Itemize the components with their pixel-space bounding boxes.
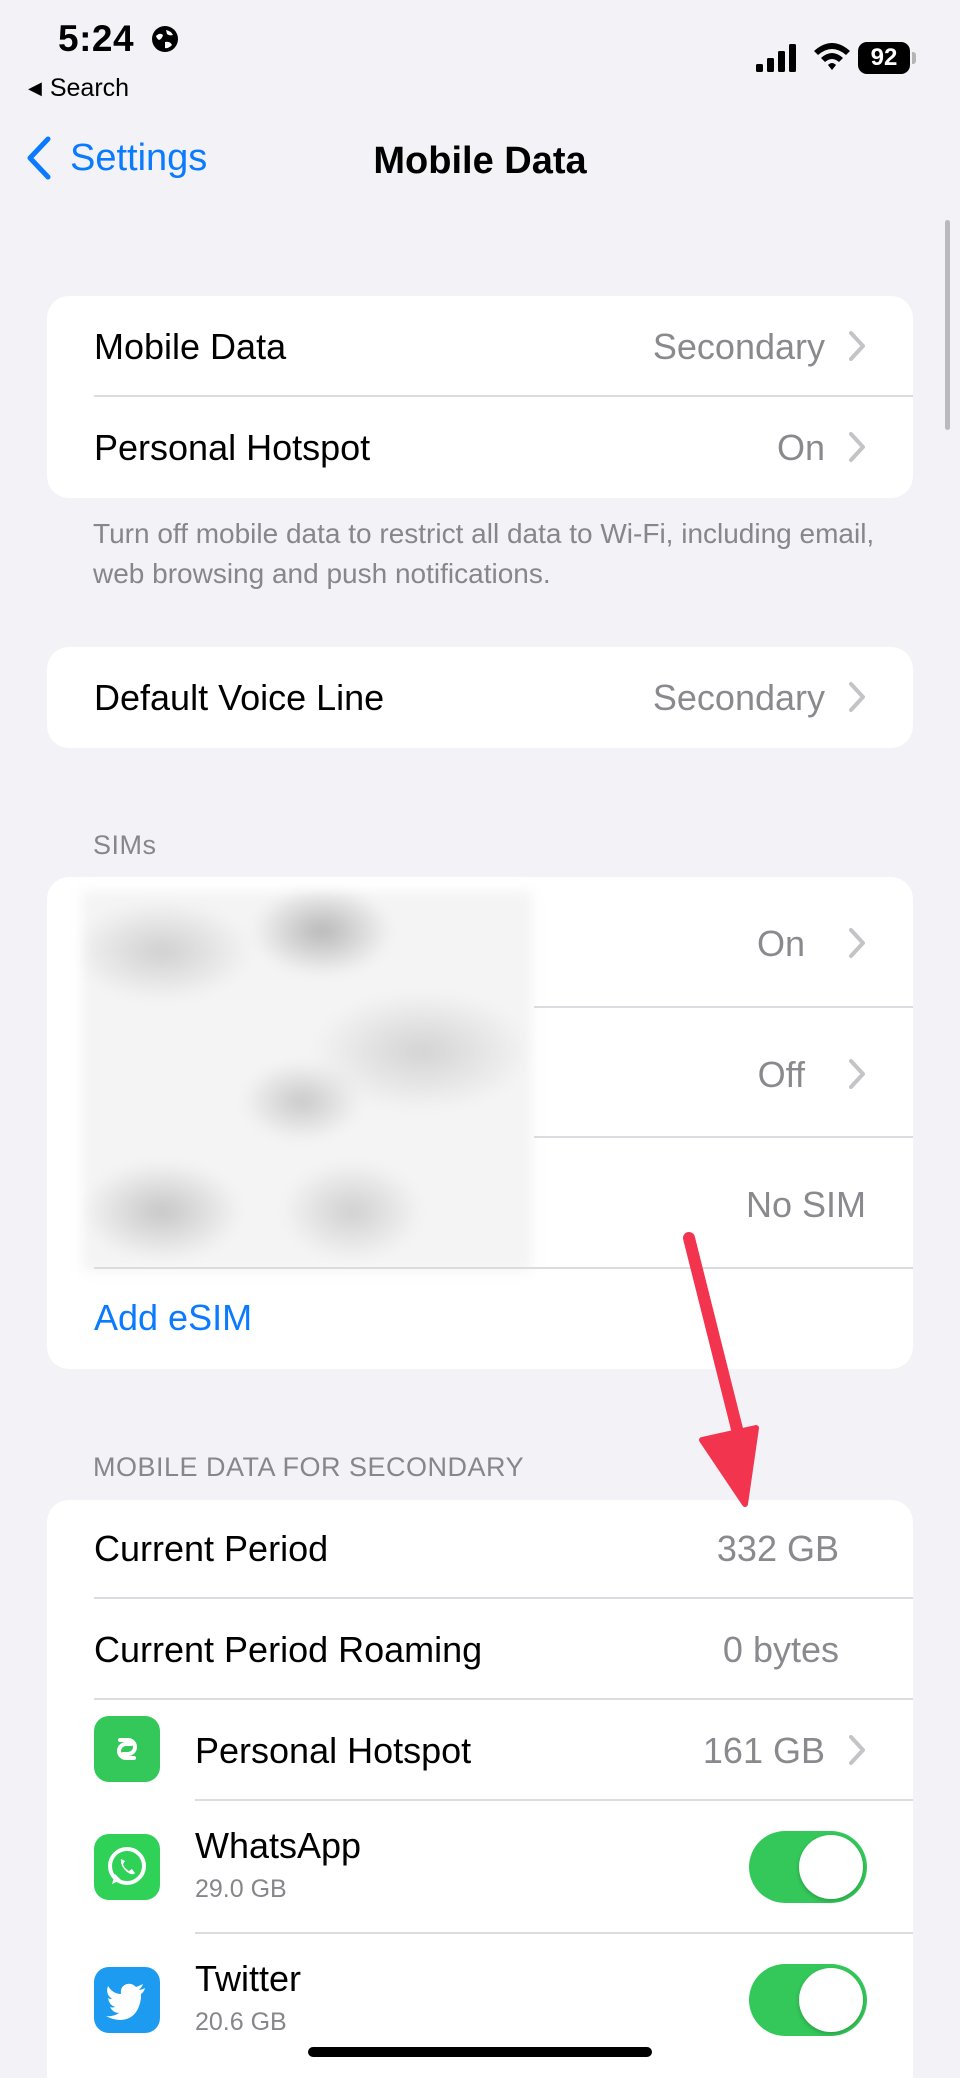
chevron-right-icon [849,331,865,361]
mobile-data-footer-note: Turn off mobile data to restrict all dat… [93,518,875,589]
back-to-app-link[interactable]: ◀ Search [28,74,129,103]
page-title: Mobile Data [373,140,587,182]
personal-hotspot-usage-row[interactable]: Personal Hotspot 161 GB [47,1700,913,1799]
row-value: Secondary [652,677,825,718]
row-value: 0 bytes [722,1629,839,1670]
sim-status: On [756,923,805,964]
personal-hotspot-row[interactable]: Personal Hotspot On [47,397,913,498]
row-value: On [776,427,825,468]
app-name: Twitter [195,1958,302,1999]
row-label: Current Period Roaming [94,1629,483,1670]
row-label: Current Period [94,1528,329,1569]
app-usage: 29.0 GB [195,1875,287,1903]
app-name: WhatsApp [195,1825,362,1866]
row-label: Default Voice Line [94,677,385,718]
mobile-data-group: Mobile Data Secondary Personal Hotspot O… [47,296,913,498]
sim-row-2[interactable]: Off [47,1008,913,1137]
current-period-roaming-row: Current Period Roaming 0 bytes [47,1599,913,1698]
scroll-indicator [945,220,950,430]
voice-line-group: Default Voice Line Secondary [47,647,913,748]
sim-status: No SIM [745,1184,866,1225]
mobile-data-row[interactable]: Mobile Data Secondary [47,296,913,396]
usage-group: Current Period 332 GB Current Period Roa… [47,1500,913,2078]
sim-row-1[interactable]: On [47,877,913,1007]
twitter-toggle[interactable] [749,1964,867,2036]
status-time: 5:24 [58,18,135,59]
cellular-signal-icon [756,44,796,72]
sims-group: On Off No SIM Add eSIM [47,877,913,1369]
sims-section-header: SIMs [93,830,157,860]
current-period-row: Current Period 332 GB [47,1500,913,1598]
chevron-right-icon [849,432,865,462]
whatsapp-icon [94,1834,160,1900]
add-esim-link[interactable]: Add eSIM [94,1297,252,1339]
row-value: Secondary [652,326,825,367]
chevron-right-icon [849,682,865,712]
app-usage: 20.6 GB [195,2008,287,2036]
home-indicator [308,2047,652,2057]
default-voice-line-row[interactable]: Default Voice Line Secondary [47,647,913,748]
usage-section-header: MOBILE DATA FOR SECONDARY [93,1452,525,1482]
chevron-right-icon [849,928,865,958]
row-label: Mobile Data [94,326,287,367]
globe-icon [152,26,178,52]
row-label: Personal Hotspot [195,1730,472,1771]
annotation-arrow-icon [683,1232,759,1507]
wifi-icon [814,43,850,70]
sim-status: Off [757,1054,805,1095]
battery-icon: 92 [858,42,918,74]
back-triangle-icon: ◀ [28,78,42,98]
row-value: 332 GB [716,1528,839,1569]
twitter-icon [94,1967,160,2033]
row-value: 161 GB [702,1730,825,1771]
hotspot-icon [94,1716,160,1782]
chevron-right-icon [849,1735,865,1765]
battery-level: 92 [858,42,910,74]
app-row-whatsapp: WhatsApp 29.0 GB [47,1801,913,1933]
back-app-label: Search [49,74,130,102]
whatsapp-toggle[interactable] [749,1831,867,1903]
row-label: Personal Hotspot [94,427,371,468]
sim-row-3: No SIM [47,1138,913,1268]
chevron-right-icon [849,1059,865,1089]
